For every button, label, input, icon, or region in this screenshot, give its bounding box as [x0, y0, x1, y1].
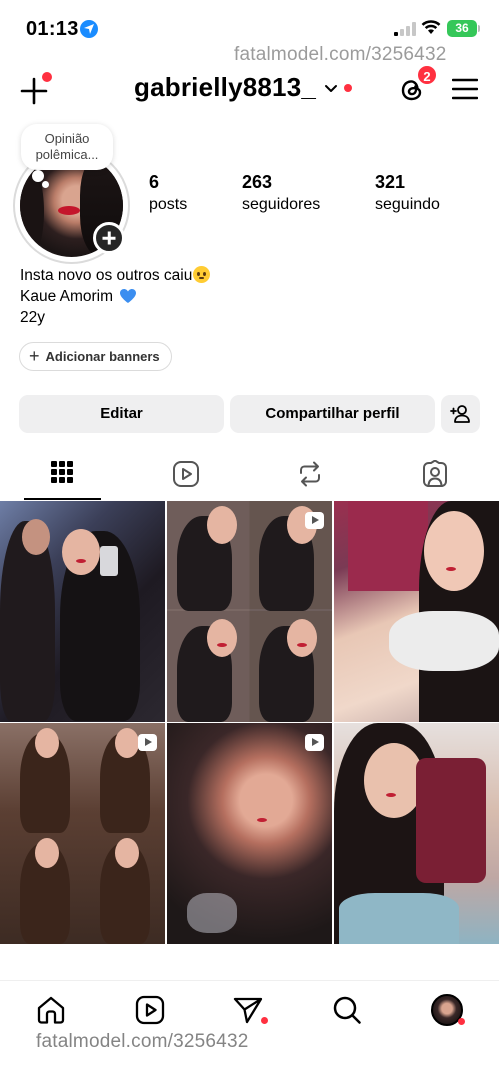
menu-button[interactable]	[451, 78, 479, 100]
note-bubble-dot-small	[42, 181, 49, 188]
tab-grid[interactable]	[0, 452, 124, 500]
post-thumbnail[interactable]	[167, 501, 332, 722]
tab-reposts[interactable]	[248, 452, 372, 500]
stat-posts[interactable]: 6 posts	[149, 172, 187, 214]
chevron-down-icon	[325, 84, 338, 92]
stat-following[interactable]: 321 seguindo	[375, 172, 440, 214]
notification-dot	[42, 72, 52, 82]
post-thumbnail[interactable]	[0, 501, 165, 722]
tab-tagged[interactable]	[373, 452, 497, 500]
add-banners-label: Adicionar banners	[45, 349, 160, 364]
cellular-signal-icon	[394, 22, 416, 36]
bio: Insta novo os outros caiu Kaue Amorim 22…	[20, 265, 211, 328]
threads-badge: 2	[416, 64, 438, 86]
grid-icon	[51, 461, 73, 483]
bio-line-3: 22y	[20, 309, 45, 326]
profile-header: gabrielly8813_ 2	[0, 62, 499, 116]
nav-home[interactable]	[36, 995, 68, 1027]
reel-icon	[305, 512, 324, 529]
reels-icon	[135, 995, 165, 1025]
followers-count: 263	[242, 172, 273, 192]
watermark-bottom: fatalmodel.com/3256432	[36, 1031, 249, 1052]
posts-label: posts	[149, 196, 188, 213]
pleading-face-emoji-icon	[193, 266, 211, 283]
profile-notification-dot	[458, 1018, 465, 1025]
blue-heart-emoji-icon	[120, 289, 137, 303]
tab-reels[interactable]	[124, 452, 248, 500]
direct-message-icon	[233, 997, 263, 1024]
tagged-user-icon	[423, 460, 447, 487]
reel-icon	[305, 734, 324, 751]
add-banners-button[interactable]: + Adicionar banners	[19, 342, 172, 371]
note-bubble-dot	[32, 170, 44, 182]
plus-icon: +	[29, 346, 40, 366]
account-notification-dot	[344, 83, 353, 92]
repost-icon	[300, 461, 320, 487]
username: gabrielly8813_	[134, 72, 317, 102]
search-icon	[333, 996, 361, 1024]
bio-line-1: Insta novo os outros caiu	[20, 267, 193, 284]
followers-label: seguidores	[242, 196, 321, 213]
reel-icon	[138, 734, 157, 751]
post-thumbnail[interactable]	[167, 723, 332, 944]
reels-icon	[173, 461, 199, 487]
dm-notification-dot	[261, 1017, 268, 1024]
add-user-icon	[450, 405, 470, 423]
profile-actions: Editar Compartilhar perfil	[19, 395, 480, 433]
posts-grid	[0, 501, 499, 944]
home-icon	[37, 996, 65, 1024]
nav-reels[interactable]	[135, 995, 167, 1027]
account-switcher[interactable]: gabrielly8813_	[134, 72, 353, 103]
note-text-line1: Opinião	[44, 131, 90, 146]
wifi-icon	[421, 20, 441, 34]
edit-profile-button[interactable]: Editar	[19, 395, 224, 433]
profile-note[interactable]: Opinião polêmica...	[21, 124, 113, 170]
location-arrow-icon	[80, 20, 98, 38]
stat-followers[interactable]: 263 seguidores	[242, 172, 320, 214]
posts-count: 6	[149, 172, 160, 192]
active-tab-indicator	[24, 498, 101, 500]
share-profile-button[interactable]: Compartilhar perfil	[230, 395, 435, 433]
create-button[interactable]	[18, 72, 52, 106]
post-thumbnail[interactable]	[334, 723, 499, 944]
menu-icon	[451, 78, 479, 100]
post-thumbnail[interactable]	[334, 501, 499, 722]
nav-search[interactable]	[332, 995, 364, 1027]
battery-charging-icon: 36	[447, 20, 480, 37]
following-label: seguindo	[375, 196, 440, 213]
status-time: 01:13	[26, 18, 79, 40]
note-text-line2: polêmica...	[35, 147, 99, 162]
following-count: 321	[375, 172, 406, 192]
bio-line-2: Kaue Amorim	[20, 288, 114, 305]
nav-direct-messages[interactable]	[233, 995, 268, 1027]
add-story-button[interactable]	[93, 222, 125, 254]
post-thumbnail[interactable]	[0, 723, 165, 944]
discover-people-button[interactable]	[441, 395, 480, 433]
profile-tabs	[0, 452, 499, 500]
